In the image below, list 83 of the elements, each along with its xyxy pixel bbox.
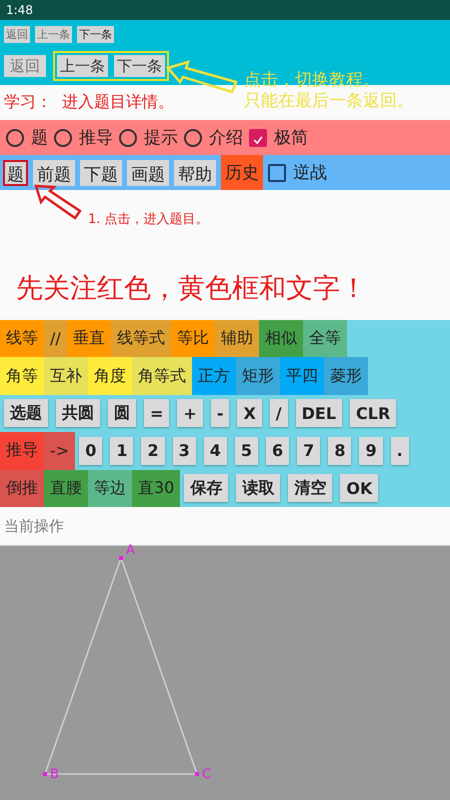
keypad-tile[interactable]: // — [44, 320, 67, 358]
keypad-key[interactable]: 9 — [359, 436, 383, 465]
keypad-tile[interactable]: 垂直 — [66, 320, 111, 358]
keypad-tile[interactable]: 倒推 — [0, 470, 44, 507]
keypad-key[interactable]: 圆 — [108, 399, 136, 428]
keypad-key[interactable]: DEL — [296, 399, 342, 428]
nav-button[interactable]: 上一条 — [57, 55, 108, 77]
keypad-tile[interactable]: 相似 — [258, 320, 303, 358]
keypad-tile[interactable]: 矩形 — [236, 357, 280, 395]
keypad-tile[interactable]: 菱形 — [324, 357, 368, 395]
keypad-tile[interactable]: 等比 — [170, 320, 215, 358]
point-icon — [119, 556, 123, 560]
keypad-key[interactable]: OK — [340, 474, 378, 502]
keypad-key[interactable]: 7 — [297, 436, 320, 465]
tool-button[interactable]: 下题 — [80, 160, 122, 186]
tool-button[interactable]: 画题 — [127, 160, 169, 186]
keypad-key[interactable]: - — [210, 399, 230, 428]
keypad-key[interactable]: / — [270, 399, 288, 428]
option-label: 极简 — [274, 127, 308, 149]
keypad-tile[interactable]: -> — [44, 432, 76, 470]
keypad-tile[interactable]: 直30 — [132, 470, 180, 507]
keypad-key[interactable]: 保存 — [184, 474, 228, 502]
keypad-tile[interactable]: 平四 — [280, 357, 324, 395]
keypad-tile[interactable]: 角等式 — [132, 357, 192, 395]
keypad-key[interactable]: 1 — [110, 436, 134, 465]
radio-option[interactable]: 提示 — [119, 126, 178, 149]
keypad-key[interactable]: 读取 — [236, 474, 280, 502]
keypad-tile[interactable]: 线等式 — [110, 320, 171, 358]
keypad-tile[interactable]: 推导 — [0, 432, 44, 470]
hint-text: 点击，切换教程。 — [244, 70, 381, 91]
keypad-tile[interactable]: 等边 — [88, 470, 132, 507]
arrow-icon — [34, 184, 82, 220]
radio-option[interactable]: 题 — [6, 126, 48, 149]
checkbox-option[interactable]: 极简 — [249, 126, 308, 149]
lesson-text: 学习： 进入题目详情。 — [4, 92, 174, 113]
keypad-key[interactable]: 6 — [266, 436, 290, 465]
keypad-key[interactable]: + — [177, 399, 203, 428]
keypad-key[interactable]: X — [237, 399, 262, 428]
keypad-key[interactable]: 清空 — [288, 474, 332, 502]
nav-button[interactable]: 下一条 — [114, 55, 165, 77]
option-label: 提示 — [144, 127, 178, 149]
status-time: 1:48 — [6, 3, 33, 17]
keypad-tile[interactable]: 角度 — [88, 357, 132, 395]
keypad-tile[interactable]: 线等 — [0, 320, 44, 358]
history-button[interactable]: 历史 — [221, 155, 263, 190]
keypad-key[interactable]: 8 — [328, 436, 352, 465]
keypad-key[interactable]: 共圆 — [56, 399, 100, 428]
option-label: 题 — [31, 127, 48, 149]
headline-text: 先关注红色，黄色框和文字！ — [16, 272, 367, 306]
keypad-key[interactable]: 4 — [204, 436, 227, 465]
operation-label: 当前操作 — [4, 516, 64, 536]
keypad-key[interactable]: 3 — [172, 436, 196, 465]
point-label: B — [50, 768, 59, 782]
tool-button[interactable]: 帮助 — [174, 160, 216, 186]
point-label: A — [126, 544, 135, 558]
keypad-key[interactable]: CLR — [350, 399, 396, 428]
tool-button[interactable]: 题 — [3, 160, 28, 186]
keypad-tile[interactable]: 正方 — [192, 357, 236, 395]
keypad-key[interactable]: 2 — [141, 436, 165, 465]
keypad-key[interactable]: . — [390, 436, 409, 465]
keypad-tile[interactable]: 直腰 — [44, 470, 88, 507]
option-label: 逆战 — [293, 162, 327, 184]
checkbox-option[interactable]: 逆战 — [268, 161, 327, 184]
keypad-tile[interactable]: 辅助 — [214, 320, 259, 358]
keypad-tile[interactable]: 全等 — [302, 320, 347, 358]
point-icon — [43, 772, 47, 776]
keypad-key[interactable]: 5 — [234, 436, 258, 465]
point-label: C — [202, 768, 212, 782]
nav-button[interactable]: 下一条 — [77, 26, 114, 42]
option-label: 介绍 — [209, 127, 243, 149]
keypad-tile[interactable]: 互补 — [44, 357, 88, 395]
tool-button[interactable]: 前题 — [33, 160, 75, 186]
keypad-key[interactable]: 选题 — [4, 399, 48, 428]
radio-option[interactable]: 介绍 — [184, 126, 243, 149]
option-label: 推导 — [79, 127, 113, 149]
point-icon — [195, 772, 199, 776]
arrow-icon — [166, 60, 238, 96]
hint-text: 只能在最后一条返回。 — [244, 91, 414, 112]
step-hint: 1. 点击，进入题目。 — [88, 211, 209, 228]
keypad-key[interactable]: 0 — [79, 436, 102, 465]
radio-option[interactable]: 推导 — [54, 126, 113, 149]
keypad-tile[interactable]: 角等 — [0, 357, 44, 395]
keypad-key[interactable]: = — [144, 399, 170, 428]
